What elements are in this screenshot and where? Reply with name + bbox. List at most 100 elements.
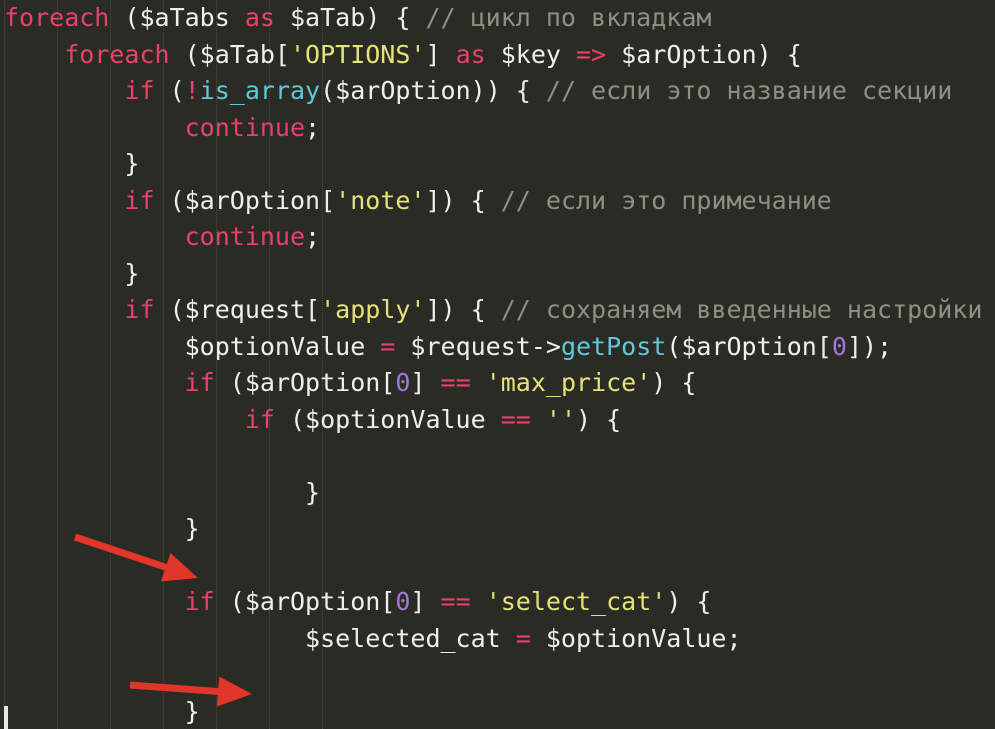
code-token: if — [124, 295, 155, 324]
code-token: } — [124, 149, 140, 178]
code-token: is_array — [199, 76, 321, 105]
code-token: $selected_cat — [305, 623, 516, 653]
code-token: 'max_price' — [485, 368, 652, 397]
code-token: ) { — [651, 368, 697, 397]
code-token: ] — [410, 368, 441, 397]
code-line[interactable]: if ($request['apply']) { // сохраняем вв… — [0, 292, 995, 329]
code-token: if — [244, 404, 275, 434]
code-token: $arOption) { — [606, 39, 802, 69]
code-token: $aTabs — [139, 3, 230, 32]
code-line[interactable]: if ($arOption[0] == 'max_price') { — [0, 365, 995, 402]
code-token: 0 — [395, 368, 411, 397]
code-line[interactable] — [0, 548, 995, 585]
code-token: foreach — [4, 3, 110, 32]
code-token: if — [124, 185, 155, 215]
code-line[interactable]: if ($optionValue == '') { — [0, 402, 995, 439]
code-line[interactable]: $selected_cat = $optionValue; — [0, 621, 995, 658]
code-line[interactable]: foreach ($aTab['OPTIONS'] as $key => $ar… — [0, 37, 995, 74]
code-token: = — [515, 623, 531, 653]
code-token: 'OPTIONS' — [290, 39, 426, 69]
code-token: '' — [545, 404, 576, 434]
code-token: } — [124, 258, 140, 288]
code-token: ]); — [846, 331, 893, 361]
code-line[interactable]: } — [0, 146, 995, 183]
code-line[interactable]: continue; — [0, 219, 995, 256]
code-token: == — [440, 368, 471, 397]
code-token: if — [184, 368, 215, 397]
code-token: // если это примечание — [500, 185, 832, 215]
code-token: ( — [154, 76, 185, 105]
code-token: ) { — [666, 587, 712, 616]
code-line[interactable]: } — [0, 256, 995, 293]
code-line[interactable]: if (!is_array($arOption)) { // если это … — [0, 73, 995, 110]
code-token: $optionValue — [184, 331, 381, 361]
code-token: ($arOption[ — [214, 587, 396, 616]
code-line[interactable]: continue; — [0, 110, 995, 147]
code-line[interactable]: $optionValue = $request->getPost($arOpti… — [0, 329, 995, 366]
code-token: ) { — [576, 404, 622, 434]
code-editor[interactable]: foreach ( $aTabs as $aTab) { // цикл по в… — [0, 0, 995, 729]
code-token: if — [124, 76, 155, 105]
code-token: ; — [305, 222, 321, 251]
code-line[interactable]: } — [0, 475, 995, 512]
code-token: } — [184, 514, 200, 543]
code-line[interactable]: } — [0, 511, 995, 548]
code-token: ($arOption)) { — [320, 76, 546, 105]
code-token: $aTab) { — [274, 3, 426, 32]
code-token: ($request[ — [154, 295, 321, 324]
code-token: ] — [425, 39, 456, 69]
code-line[interactable]: } — [0, 694, 995, 729]
code-token: 'select_cat' — [485, 587, 667, 616]
code-token: = — [380, 331, 396, 361]
code-token: // цикл по вкладкам — [425, 3, 712, 32]
code-line[interactable]: foreach ($aTabs as $aTab) { // цикл по в… — [0, 0, 995, 37]
code-token: == — [440, 587, 471, 616]
code-token: ($arOption[ — [154, 185, 336, 215]
code-token: foreach — [64, 39, 170, 69]
code-text-area[interactable]: foreach ( $aTabs as $aTab) { // цикл по в… — [0, 0, 995, 729]
code-token: $key — [485, 39, 576, 69]
code-token: } — [184, 696, 200, 726]
code-token: getPost — [560, 331, 667, 361]
code-token: ; — [305, 112, 321, 142]
code-token: 'apply' — [320, 295, 426, 324]
code-token: if — [184, 587, 215, 616]
code-token: == — [500, 404, 531, 434]
text-caret — [4, 706, 8, 729]
code-token: as — [455, 39, 486, 69]
code-token: continue — [184, 222, 306, 251]
code-token: ! — [184, 76, 200, 105]
code-line[interactable]: if ($arOption['note']) { // если это при… — [0, 183, 995, 220]
code-token: // если это название секции — [545, 76, 953, 105]
code-token: 'note' — [335, 185, 426, 215]
code-token: ] — [410, 587, 441, 616]
code-token: ]) { — [425, 295, 501, 324]
code-token: $request-> — [395, 331, 561, 361]
code-token: ]) { — [425, 185, 501, 215]
code-token: continue — [184, 112, 306, 142]
code-line[interactable] — [0, 657, 995, 694]
code-line[interactable] — [0, 438, 995, 475]
code-token: } — [305, 477, 321, 507]
code-line[interactable]: if ($arOption[0] == 'select_cat') { — [0, 584, 995, 621]
code-token: 0 — [395, 587, 411, 616]
code-token: 0 — [831, 331, 847, 361]
